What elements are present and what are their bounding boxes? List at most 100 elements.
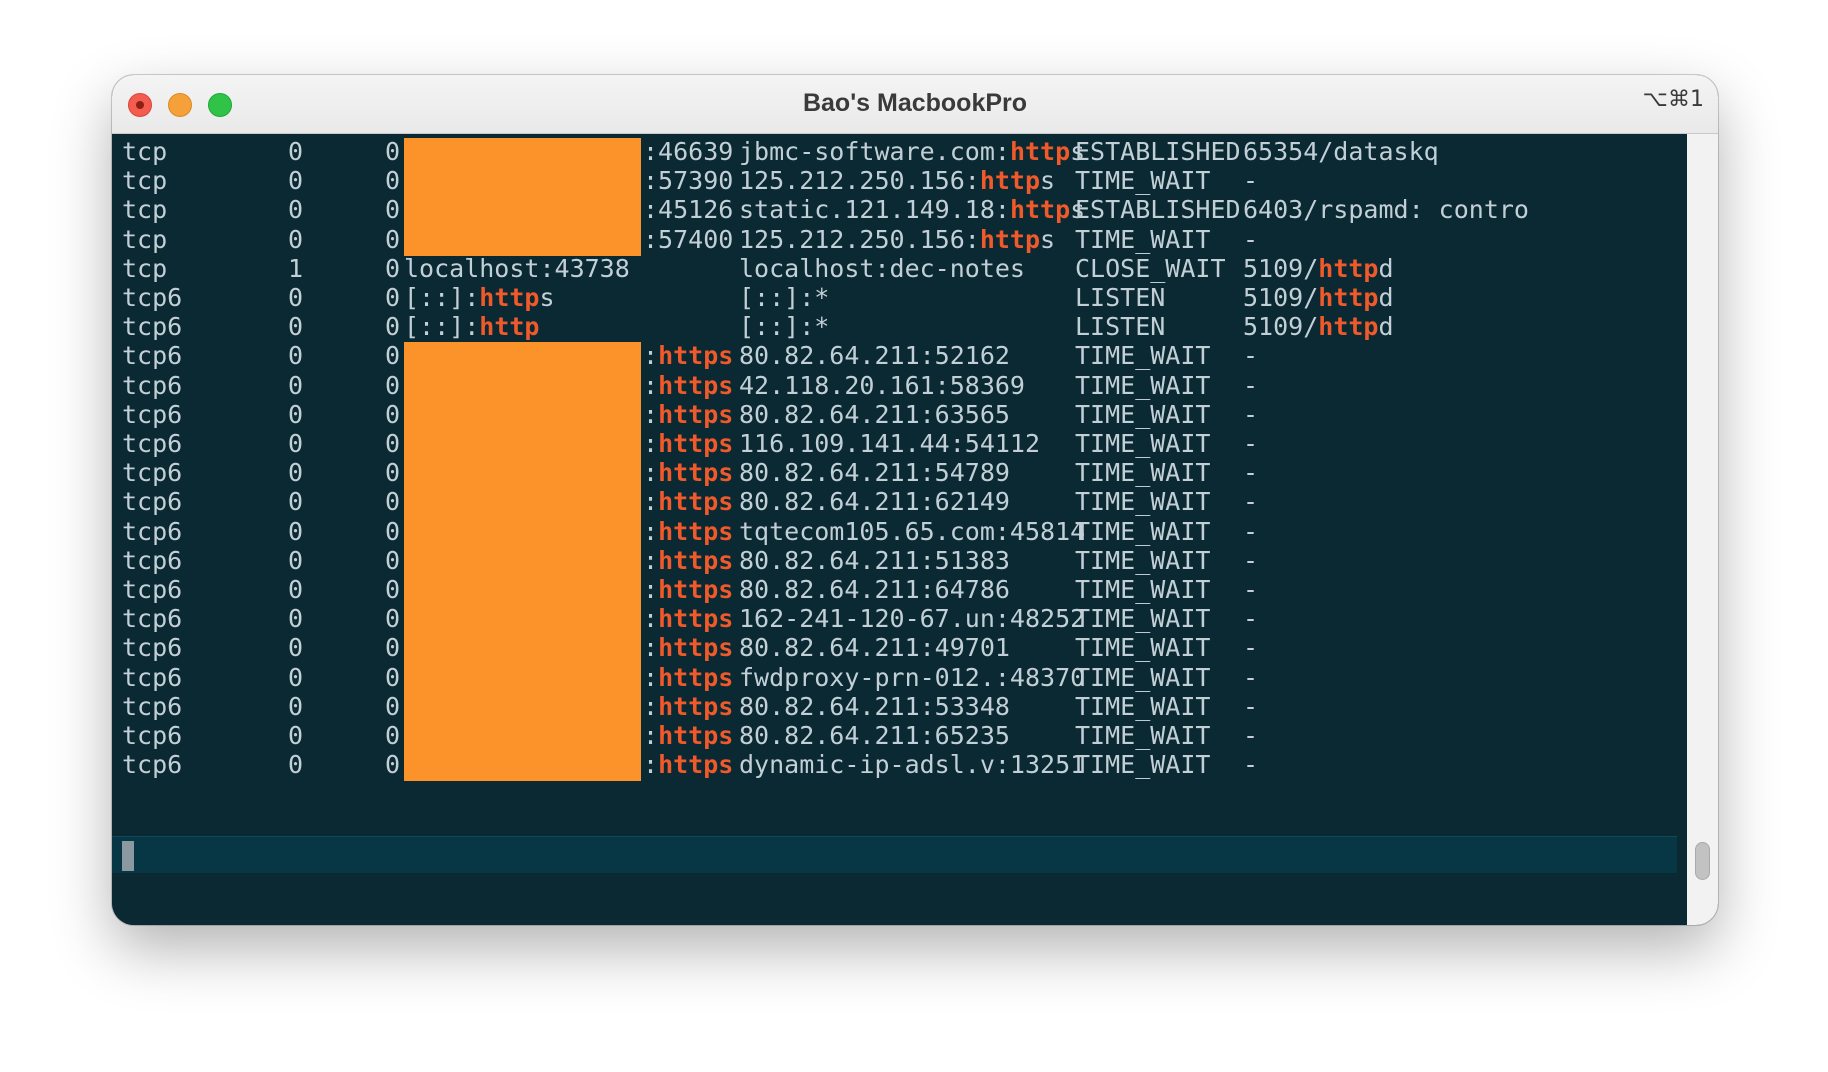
- local-port-text: :: [643, 399, 659, 429]
- local-port-service: https: [658, 429, 734, 458]
- foreign-address-text: 80.82.64.211:64786: [739, 575, 1010, 604]
- vertical-scrollbar[interactable]: [1687, 134, 1718, 925]
- local-port-text: :: [643, 604, 659, 634]
- local-port-text: :: [643, 545, 659, 575]
- local-address-service: http: [479, 312, 540, 342]
- scrollbar-thumb[interactable]: [1695, 842, 1710, 880]
- local-port-text: :: [643, 429, 659, 458]
- window-shortcut-label: ⌥⌘1: [1642, 87, 1704, 112]
- program-cell: 5109/httpd: [1243, 310, 1394, 344]
- command-input-line[interactable]: [112, 836, 1677, 873]
- program-cell: -: [1243, 748, 1258, 782]
- program-text: -: [1243, 750, 1259, 780]
- program-text: 5109/: [1243, 312, 1319, 342]
- foreign-address-text: dynamic-ip-adsl.v:13251: [739, 750, 1086, 780]
- foreign-address-text: fwdproxy-prn-012.:48370: [739, 662, 1086, 692]
- foreign-address-text: localhost:dec-notes: [739, 253, 1025, 283]
- terminal-output[interactable]: tcp 0 0:46639 jbmc-software.com:https ESTABL…: [112, 134, 1687, 925]
- local-port-text: :: [643, 370, 659, 400]
- local-port-text: :: [643, 721, 659, 750]
- terminal-window: Bao's MacbookPro ⌥⌘1 tcp 0 0:46639 jbmc-sof…: [112, 75, 1718, 925]
- program-tail: d: [1378, 253, 1394, 283]
- program-text: -: [1243, 691, 1259, 721]
- foreign-address-text: static.121.149.18:: [739, 195, 1010, 225]
- program-text: -: [1243, 429, 1259, 458]
- foreign-address-text: jbmc-software.com:: [739, 137, 1010, 166]
- foreign-address-text: 116.109.141.44:54112: [739, 429, 1041, 458]
- program-text: -: [1243, 545, 1259, 575]
- local-port-service: https: [658, 633, 734, 663]
- program-text: -: [1243, 166, 1259, 196]
- local-port-text: :: [643, 575, 659, 604]
- local-port-service: https: [658, 516, 734, 546]
- program-text: 65354/dataskq: [1243, 137, 1439, 166]
- local-port-cell: :57400: [643, 223, 733, 257]
- foreign-address-text: 162-241-120-67.un:48252: [739, 604, 1086, 634]
- local-port-service: https: [658, 487, 734, 517]
- local-port-text: :: [643, 487, 659, 517]
- local-port-service: https: [658, 721, 734, 750]
- local-address-tail: s: [539, 283, 555, 312]
- local-port-text: :57390: [643, 166, 734, 196]
- local-address-service: http: [479, 283, 540, 312]
- foreign-address-text: tqtecom105.65.com:45814: [739, 516, 1086, 546]
- program-text: -: [1243, 662, 1259, 692]
- local-port-text: :: [643, 691, 659, 721]
- program-name-highlight: http: [1318, 253, 1379, 283]
- foreign-address-text: 42.118.20.161:58369: [739, 370, 1025, 400]
- state-cell: TIME_WAIT: [1075, 750, 1211, 780]
- local-port-text: :: [643, 341, 659, 371]
- local-port-text: :: [643, 750, 659, 780]
- local-port-text: :: [643, 516, 659, 546]
- foreign-address-text: 80.82.64.211:65235: [739, 721, 1010, 750]
- program-name-highlight: http: [1318, 312, 1379, 342]
- foreign-address-text: [::]:*: [739, 312, 830, 342]
- program-text: -: [1243, 341, 1259, 371]
- local-port-text: :: [643, 662, 659, 692]
- local-port-text: :46639: [643, 137, 734, 166]
- local-port-text: :: [643, 633, 659, 663]
- program-text: -: [1243, 604, 1259, 634]
- program-text: -: [1243, 575, 1259, 604]
- program-cell: 6403/rspamd: contro: [1243, 193, 1529, 227]
- program-text: 5109/: [1243, 253, 1319, 283]
- foreign-address-service: http: [1009, 195, 1071, 225]
- local-port-service: https: [658, 545, 734, 575]
- foreign-address-text: 125.212.250.156:: [739, 224, 980, 254]
- title-bar[interactable]: Bao's MacbookPro ⌥⌘1: [112, 75, 1718, 134]
- foreign-address-text: 80.82.64.211:62149: [739, 487, 1010, 517]
- program-text: 6403/rspamd: contro: [1243, 195, 1529, 225]
- recv-q-cell: 0: [287, 750, 303, 780]
- local-port-service: https: [658, 399, 734, 429]
- local-port-service: https: [658, 341, 734, 371]
- program-tail: d: [1378, 283, 1394, 312]
- foreign-address-service: http: [1009, 137, 1071, 166]
- local-address-text: [::]:: [404, 283, 480, 312]
- program-text: 5109/: [1243, 283, 1319, 312]
- proto-cell: tcp6: [122, 750, 183, 780]
- window-title: Bao's MacbookPro: [802, 89, 1028, 117]
- foreign-address-service: http: [979, 166, 1041, 196]
- foreign-address-text: 80.82.64.211:51383: [739, 545, 1010, 575]
- foreign-address-text: 80.82.64.211:54789: [739, 458, 1010, 488]
- program-name-highlight: http: [1318, 283, 1379, 312]
- program-text: -: [1243, 516, 1259, 546]
- program-text: -: [1243, 224, 1259, 254]
- send-q-cell: 0: [384, 750, 400, 780]
- local-port-text: :: [643, 458, 659, 488]
- foreign-address-text: [::]:*: [739, 283, 830, 312]
- local-port-service: https: [658, 662, 734, 692]
- foreign-address-cell: dynamic-ip-adsl.v:13251: [739, 748, 1085, 782]
- foreign-address-service: http: [979, 224, 1041, 254]
- local-port-service: https: [658, 604, 734, 634]
- program-cell: 65354/dataskq: [1243, 135, 1439, 169]
- foreign-address-text: 80.82.64.211:49701: [739, 633, 1010, 663]
- program-text: -: [1243, 458, 1259, 488]
- program-text: -: [1243, 721, 1259, 750]
- redacted-local-address-block: [404, 138, 641, 256]
- program-text: -: [1243, 370, 1259, 400]
- local-address-cell: [::]:http: [404, 310, 539, 344]
- local-port-service: https: [658, 458, 734, 488]
- local-port-service: https: [658, 575, 734, 604]
- program-tail: d: [1378, 312, 1394, 342]
